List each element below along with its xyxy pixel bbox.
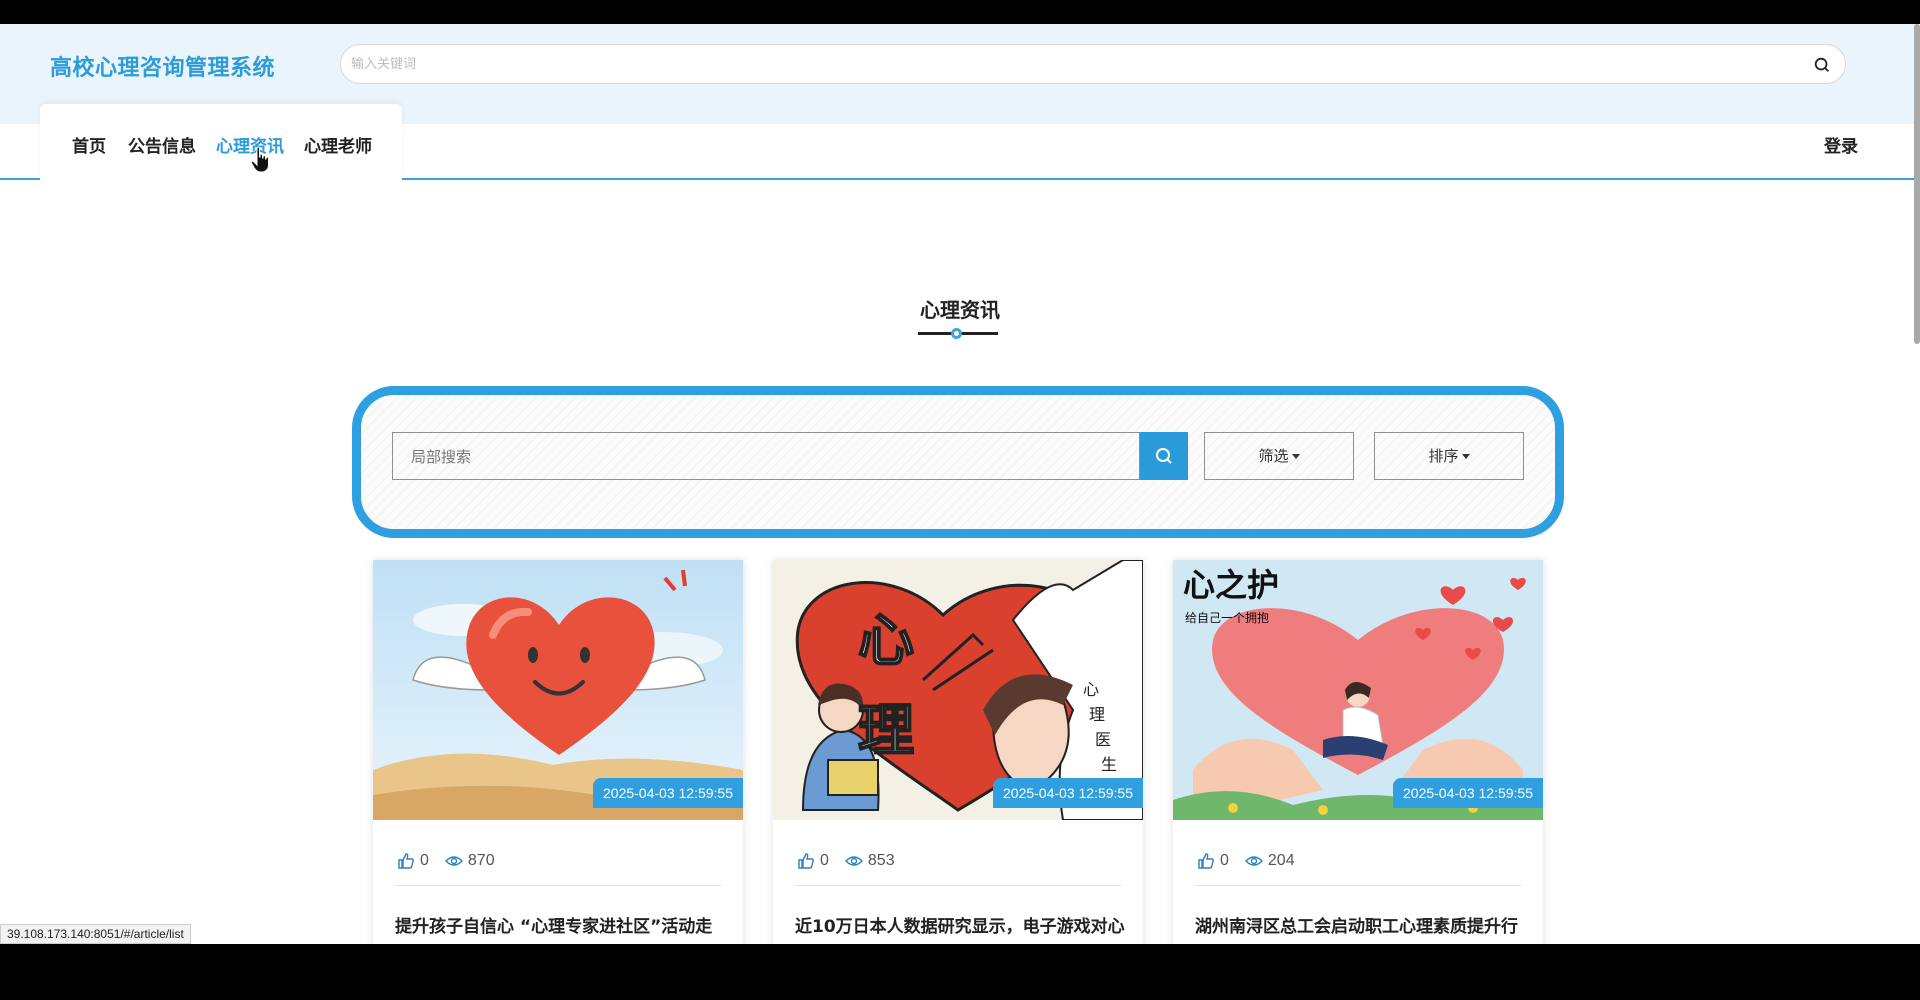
status-url: 39.108.173.140:8051/#/article/list xyxy=(0,924,191,944)
thumbs-up-icon[interactable] xyxy=(397,852,415,870)
article-stats: 0 853 xyxy=(797,852,895,870)
nav-item-notices[interactable]: 公告信息 xyxy=(128,132,196,157)
caret-down-icon xyxy=(1291,454,1300,459)
search-icon[interactable] xyxy=(1813,56,1831,74)
thumbs-up-icon[interactable] xyxy=(1197,852,1215,870)
image-text-big2: 理 xyxy=(858,699,914,764)
image-text-side-1: 心 xyxy=(1083,680,1099,699)
login-link[interactable]: 登录 xyxy=(1824,132,1858,157)
browser-viewport: 高校心理咨询管理系统 首页 公告信息 心理资讯 心理老师 登录 心理资讯 筛选 … xyxy=(0,24,1920,944)
nav-menu: 首页 公告信息 心理资讯 心理老师 xyxy=(40,104,402,180)
like-count: 0 xyxy=(820,852,829,869)
like-count: 0 xyxy=(1220,852,1229,869)
page-scrollbar[interactable] xyxy=(1914,24,1920,344)
publish-date-badge: 2025-04-03 12:59:55 xyxy=(593,778,743,808)
article-card[interactable]: 心 理 心 理 医 生 2025-04-03 12:59:55 0 853 近1… xyxy=(773,560,1143,944)
image-text-heading: 心之护 xyxy=(1183,566,1279,604)
card-divider xyxy=(395,885,721,886)
screen: 高校心理咨询管理系统 首页 公告信息 心理资讯 心理老师 登录 心理资讯 筛选 … xyxy=(0,0,1920,1000)
image-text-big1: 心 xyxy=(858,609,914,674)
view-count: 870 xyxy=(467,852,495,869)
view-count: 853 xyxy=(867,852,895,869)
image-text-side-3: 医 xyxy=(1095,730,1111,749)
image-text-sub: 给自己一个拥抱 xyxy=(1185,610,1269,625)
nav-bar: 首页 公告信息 心理资讯 心理老师 xyxy=(0,104,1920,180)
publish-date-badge: 2025-04-03 12:59:55 xyxy=(1393,778,1543,808)
image-text-side-4: 生 xyxy=(1101,755,1117,774)
card-divider xyxy=(1195,885,1521,886)
nav-item-teachers[interactable]: 心理老师 xyxy=(304,132,372,157)
caret-down-icon xyxy=(1461,454,1470,459)
sort-label: 排序 xyxy=(1428,447,1459,465)
section-title: 心理资讯 xyxy=(920,298,1000,322)
image-text-side-2: 理 xyxy=(1089,705,1105,724)
article-title[interactable]: 近10万日本人数据研究显示，电子游戏对心理健康或有积极影响 xyxy=(795,914,1125,944)
article-title[interactable]: 提升孩子自信心 “心理专家进社区”活动走进青岛即墨区 xyxy=(395,914,725,944)
search-icon xyxy=(1156,448,1172,464)
nav-item-home[interactable]: 首页 xyxy=(72,132,106,157)
article-title[interactable]: 湖州南浔区总工会启动职工心理素质提升行动 xyxy=(1195,914,1525,944)
filter-dropdown-button[interactable]: 筛选 xyxy=(1204,432,1354,480)
global-search-box[interactable] xyxy=(340,44,1846,84)
local-search-button[interactable] xyxy=(1140,432,1188,480)
publish-date-badge: 2025-04-03 12:59:55 xyxy=(993,778,1143,808)
article-stats: 0 204 xyxy=(1197,852,1295,870)
global-search-input[interactable] xyxy=(351,51,1781,77)
thumbs-up-icon[interactable] xyxy=(797,852,815,870)
card-divider xyxy=(795,885,1121,886)
filter-label: 筛选 xyxy=(1258,447,1289,465)
site-brand[interactable]: 高校心理咨询管理系统 xyxy=(50,50,275,82)
eye-icon xyxy=(844,856,863,866)
local-search-input[interactable] xyxy=(411,445,1111,469)
title-underline-dot xyxy=(951,328,962,339)
hand-cursor-icon xyxy=(250,146,269,173)
article-stats: 0 870 xyxy=(397,852,495,870)
article-card[interactable]: 心之护 给自己一个拥抱 2025-04-03 12:59:55 0 204 湖州… xyxy=(1173,560,1543,944)
article-card[interactable]: 2025-04-03 12:59:55 0 870 提升孩子自信心 “心理专家进… xyxy=(373,560,743,944)
local-search-box[interactable] xyxy=(392,432,1140,480)
eye-icon xyxy=(444,856,463,866)
view-count: 204 xyxy=(1267,852,1295,869)
eye-icon xyxy=(1244,856,1263,866)
like-count: 0 xyxy=(420,852,429,869)
sort-dropdown-button[interactable]: 排序 xyxy=(1374,432,1524,480)
